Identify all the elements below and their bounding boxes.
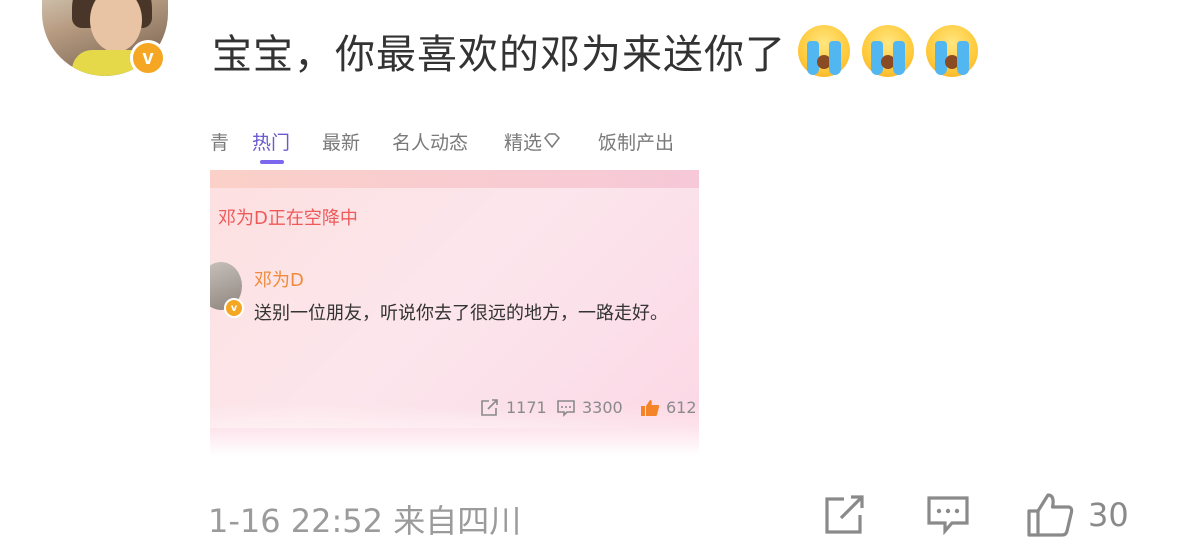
image-post-card: 邓为D正在空降中 v 邓为D 送别一位朋友，听说你去了很远的地方，一路走好。 1… xyxy=(210,170,699,456)
comment-image[interactable]: 青 热门 最新 名人动态 精选 饭制产出 邓为D正在空降中 v 邓为D 送别一位… xyxy=(210,114,699,456)
thumbs-up-icon xyxy=(1027,493,1074,537)
like-stat: 612 xyxy=(640,398,697,417)
comment-timestamp: 1-16 22:52 来自四川 xyxy=(208,502,522,540)
like-count-image: 612 xyxy=(666,398,697,417)
avatar-face xyxy=(90,0,142,52)
image-tab-latest: 最新 xyxy=(322,132,361,154)
repost-icon xyxy=(825,495,864,534)
image-tab-hot: 热门 xyxy=(252,132,291,154)
crying-face-icon xyxy=(798,25,850,77)
crying-face-icon xyxy=(926,25,978,77)
diamond-icon xyxy=(544,133,561,149)
thumbs-up-icon xyxy=(641,399,660,416)
image-bottom-fade xyxy=(210,428,699,456)
reply-button[interactable] xyxy=(926,490,970,540)
comment-body: 宝宝，你最喜欢的邓为来送你了 xyxy=(212,24,978,78)
author-verified-icon: v xyxy=(224,298,244,318)
verified-badge-icon: v xyxy=(130,40,166,76)
image-tab-bar: 青 热门 最新 名人动态 精选 饭制产出 xyxy=(210,114,699,170)
card-header: 邓为D正在空降中 xyxy=(218,208,358,229)
image-tab-celebrity: 名人动态 xyxy=(392,132,469,154)
card-top-strip xyxy=(210,170,699,188)
comment-stat: 3300 xyxy=(556,398,623,417)
like-count: 30 xyxy=(1088,496,1129,534)
post-text: 送别一位朋友，听说你去了很远的地方，一路走好。 xyxy=(254,303,668,324)
image-tab-featured: 精选 xyxy=(504,128,562,155)
repost-count: 1171 xyxy=(506,398,547,417)
comment-text: 宝宝，你最喜欢的邓为来送你了 xyxy=(212,32,786,78)
image-tab-fanmade: 饭制产出 xyxy=(598,132,675,154)
comment-count: 3300 xyxy=(582,398,623,417)
crying-face-icon xyxy=(862,25,914,77)
comment-icon xyxy=(557,399,575,417)
comment-icon xyxy=(927,496,969,535)
repost-button[interactable] xyxy=(824,490,868,540)
repost-stat: 1171 xyxy=(480,398,547,417)
repost-icon xyxy=(481,398,498,416)
author-name: 邓为D xyxy=(254,270,304,291)
like-button[interactable]: 30 xyxy=(1026,490,1129,540)
active-tab-indicator xyxy=(260,160,284,164)
image-tab-partial: 青 xyxy=(210,132,230,154)
